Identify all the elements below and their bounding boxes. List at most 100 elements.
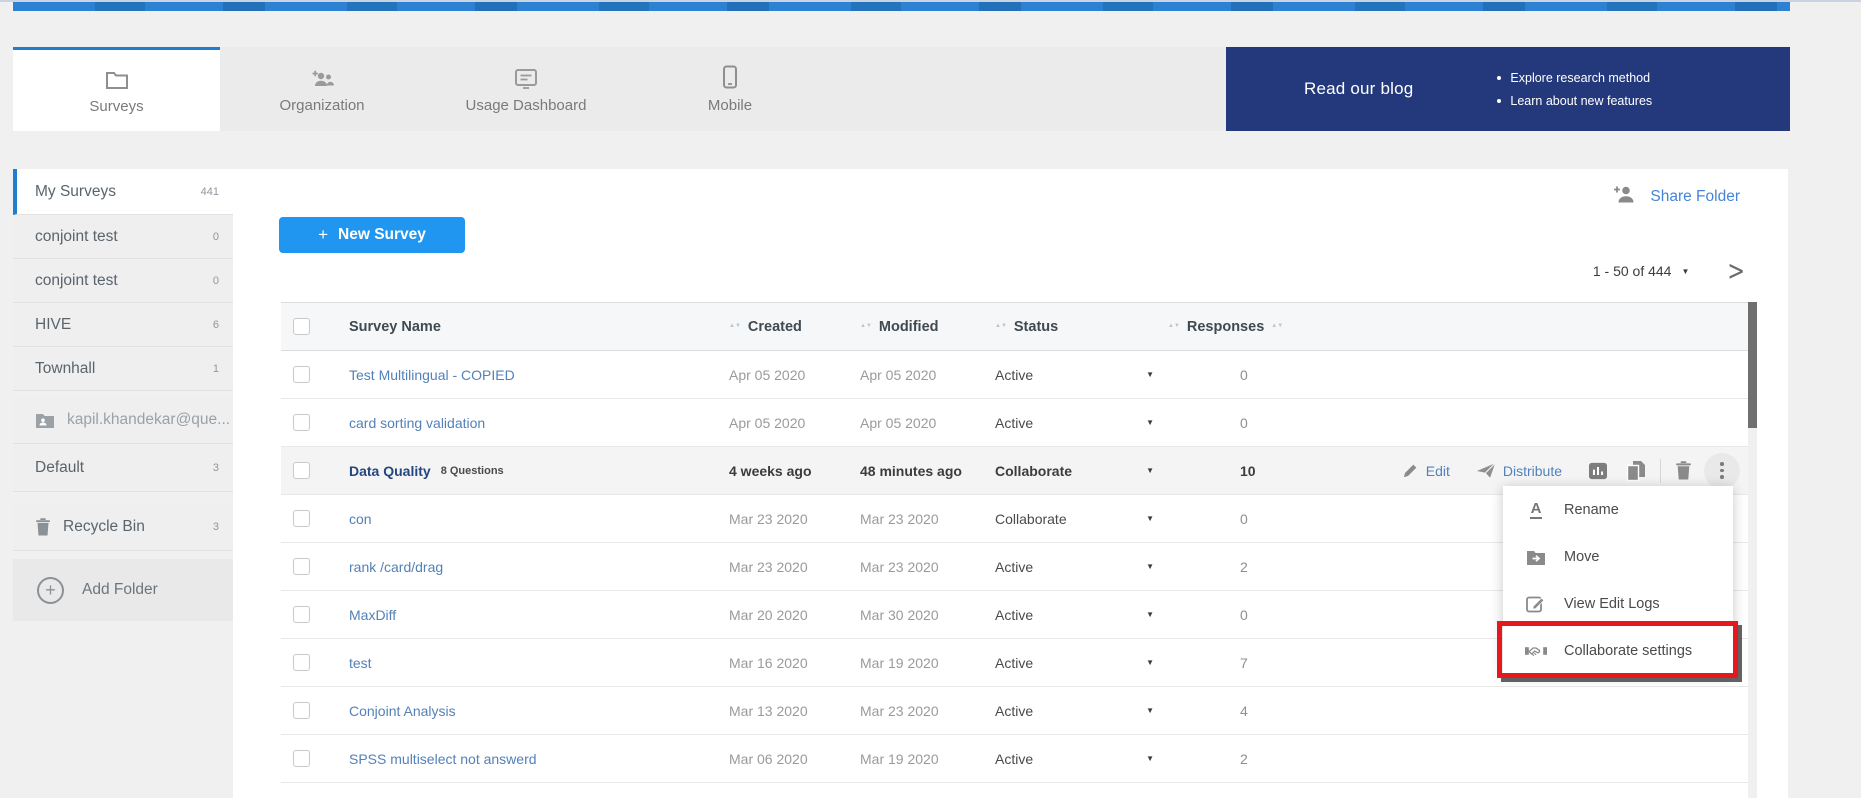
folder-label: Recycle Bin	[63, 518, 145, 536]
created-cell: 4 weeks ago	[717, 463, 848, 479]
menu-item-rename[interactable]: A Rename	[1503, 486, 1733, 533]
banner-title[interactable]: Read our blog	[1304, 79, 1413, 99]
status-dropdown-icon[interactable]: ▼	[1146, 418, 1154, 427]
add-folder-button[interactable]: + Add Folder	[13, 559, 233, 621]
surveys-panel: Share Folder + New Survey 1 - 50 of 444 …	[233, 169, 1788, 798]
folder-label: kapil.khandekar@que...	[67, 411, 230, 429]
trash-icon	[1675, 461, 1692, 480]
table-scrollbar[interactable]	[1748, 302, 1757, 798]
copy-button[interactable]	[1626, 460, 1646, 482]
sidebar-item-default[interactable]: Default 3	[13, 444, 233, 492]
status-dropdown-icon[interactable]: ▼	[1146, 466, 1154, 475]
row-checkbox[interactable]	[293, 414, 310, 431]
survey-name-link[interactable]: Conjoint Analysis	[349, 703, 456, 719]
sidebar-item-conjoint-test-1[interactable]: conjoint test 0	[13, 215, 233, 259]
sort-icon[interactable]: ▲▼	[860, 324, 872, 329]
banner-bullet: Learn about new features	[1497, 94, 1652, 108]
pagination-range[interactable]: 1 - 50 of 444	[1593, 263, 1672, 279]
survey-name-link[interactable]: rank /card/drag	[349, 559, 443, 575]
row-checkbox[interactable]	[293, 654, 310, 671]
browser-toolbar-strip	[13, 2, 1790, 11]
table-row[interactable]: Conjoint Analysis Mar 13 2020 Mar 23 202…	[281, 687, 1748, 735]
modified-cell: 48 minutes ago	[848, 463, 983, 479]
menu-item-view-edit-logs[interactable]: View Edit Logs	[1503, 580, 1733, 627]
sort-icon[interactable]: ▲▼	[1168, 324, 1180, 329]
menu-item-move[interactable]: Move	[1503, 533, 1733, 580]
survey-name-link[interactable]: card sorting validation	[349, 415, 485, 431]
row-checkbox[interactable]	[293, 702, 310, 719]
select-all-checkbox[interactable]	[293, 318, 310, 335]
status-dropdown-icon[interactable]: ▼	[1146, 370, 1154, 379]
survey-name-link[interactable]: MaxDiff	[349, 607, 396, 623]
sidebar-item-townhall[interactable]: Townhall 1	[13, 347, 233, 391]
pagination-caret-icon[interactable]: ▼	[1681, 267, 1689, 276]
row-context-menu: A Rename Move View Edit Logs Collaborate…	[1503, 486, 1733, 674]
status-dropdown-icon[interactable]: ▼	[1146, 610, 1154, 619]
menu-item-collaborate-settings[interactable]: Collaborate settings	[1503, 627, 1733, 674]
more-options-button[interactable]	[1704, 453, 1740, 489]
column-header-modified[interactable]: ▲▼Modified	[848, 319, 983, 335]
app-window: Surveys Organization Usage Dashboard Mob…	[0, 0, 1861, 798]
sidebar-item-shared-account-folder[interactable]: kapil.khandekar@que...	[13, 397, 233, 444]
edit-button[interactable]: Edit	[1402, 462, 1450, 479]
menu-item-label: Collaborate settings	[1564, 643, 1692, 659]
folder-count: 6	[213, 319, 219, 331]
status-dropdown-icon[interactable]: ▼	[1146, 754, 1154, 763]
tab-usage-dashboard[interactable]: Usage Dashboard	[424, 47, 628, 131]
row-checkbox[interactable]	[293, 606, 310, 623]
responses-cell: 10	[1156, 463, 1276, 479]
survey-name-link[interactable]: con	[349, 511, 372, 527]
table-row[interactable]: SPSS multiselect not answerd Mar 06 2020…	[281, 735, 1748, 783]
question-count-badge: 8 Questions	[441, 465, 504, 477]
created-cell: Apr 05 2020	[717, 415, 848, 431]
dashboard-icon	[514, 65, 538, 89]
share-folder-button[interactable]: Share Folder	[1612, 183, 1740, 210]
sort-icon[interactable]: ▲▼	[729, 324, 741, 329]
tab-label: Surveys	[89, 98, 143, 115]
row-checkbox[interactable]	[293, 462, 310, 479]
tab-mobile[interactable]: Mobile	[628, 47, 832, 131]
column-header-status[interactable]: ▲▼Status	[983, 319, 1156, 335]
row-checkbox[interactable]	[293, 510, 310, 527]
status-dropdown-icon[interactable]: ▼	[1146, 562, 1154, 571]
tab-organization[interactable]: Organization	[220, 47, 424, 131]
modified-cell: Apr 05 2020	[848, 367, 983, 383]
status-cell: Active	[995, 607, 1033, 623]
move-folder-icon	[1525, 549, 1547, 565]
column-header-survey-name[interactable]: Survey Name	[337, 319, 717, 335]
scrollbar-thumb[interactable]	[1748, 302, 1757, 428]
survey-name-link[interactable]: SPSS multiselect not answerd	[349, 751, 537, 767]
folder-count: 0	[213, 231, 219, 243]
status-dropdown-icon[interactable]: ▼	[1146, 706, 1154, 715]
survey-name-link[interactable]: Test Multilingual - COPIED	[349, 367, 515, 383]
row-checkbox[interactable]	[293, 366, 310, 383]
distribute-button[interactable]: Distribute	[1476, 462, 1562, 479]
new-survey-button[interactable]: + New Survey	[279, 217, 465, 253]
add-folder-label: Add Folder	[82, 581, 158, 599]
blog-banner[interactable]: Read our blog Explore research method Le…	[1226, 47, 1790, 131]
sidebar-item-conjoint-test-2[interactable]: conjoint test 0	[13, 259, 233, 303]
sidebar-item-my-surveys[interactable]: My Surveys 441	[13, 169, 233, 215]
tab-surveys[interactable]: Surveys	[13, 47, 220, 131]
next-page-chevron-icon[interactable]: >	[1727, 255, 1745, 286]
copy-icon	[1626, 460, 1646, 482]
survey-name-link[interactable]: Data Quality	[349, 463, 431, 479]
status-dropdown-icon[interactable]: ▼	[1146, 514, 1154, 523]
sidebar-item-recycle-bin[interactable]: Recycle Bin 3	[13, 503, 233, 551]
sidebar-item-hive[interactable]: HIVE 6	[13, 303, 233, 347]
table-row[interactable]: Test Multilingual - COPIED Apr 05 2020 A…	[281, 351, 1748, 399]
row-checkbox[interactable]	[293, 558, 310, 575]
delete-button[interactable]	[1675, 461, 1692, 480]
new-survey-label: New Survey	[338, 226, 426, 244]
sort-icon[interactable]: ▲▼	[1271, 324, 1283, 329]
survey-name-link[interactable]: test	[349, 655, 372, 671]
sort-icon[interactable]: ▲▼	[995, 324, 1007, 329]
status-cell: Active	[995, 703, 1033, 719]
row-checkbox[interactable]	[293, 750, 310, 767]
table-row[interactable]: card sorting validation Apr 05 2020 Apr …	[281, 399, 1748, 447]
analytics-button[interactable]	[1588, 462, 1608, 480]
column-header-responses[interactable]: ▲▼Responses▲▼	[1156, 319, 1276, 335]
column-header-created[interactable]: ▲▼Created	[717, 319, 848, 335]
responses-cell: 0	[1156, 511, 1276, 527]
status-dropdown-icon[interactable]: ▼	[1146, 658, 1154, 667]
